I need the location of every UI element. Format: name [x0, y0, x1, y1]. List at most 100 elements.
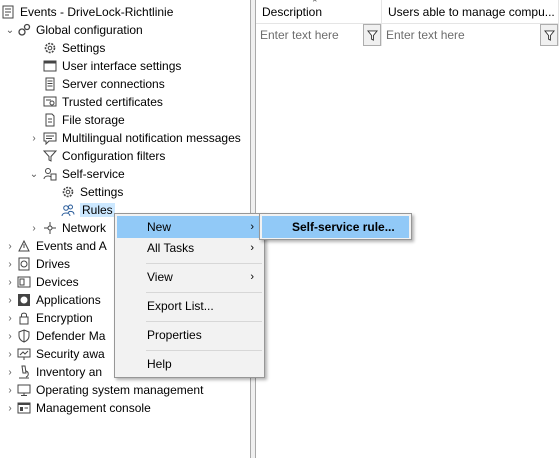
chevron-right-icon[interactable]: ›	[4, 363, 16, 381]
tree-label: Defender Ma	[36, 329, 106, 343]
tree-label: Multilingual notification messages	[62, 131, 241, 145]
tree-label: Inventory an	[36, 365, 103, 379]
menu-item-self-service-rule[interactable]: Self-service rule...	[262, 216, 409, 238]
column-header-users[interactable]: Users able to manage compu...	[382, 0, 559, 24]
sort-ascending-icon: ⌃	[311, 0, 319, 8]
list-header: ⌃ Description Users able to manage compu…	[256, 0, 559, 24]
filter-icon[interactable]	[540, 24, 558, 46]
chevron-right-icon[interactable]: ›	[4, 381, 16, 399]
tree-item-defender[interactable]: › Defender Ma	[4, 327, 105, 345]
tree-item-inventory[interactable]: › Inventory an	[4, 363, 102, 381]
tree-item-ui-settings[interactable]: User interface settings	[28, 57, 181, 75]
tree-label: Configuration filters	[62, 149, 166, 163]
tree-item-events[interactable]: › Events and A	[4, 237, 107, 255]
tree-label: Rules	[80, 203, 115, 217]
tree-label: Security awa	[36, 347, 105, 361]
gear-icon	[60, 184, 76, 200]
tree-item-security-awareness[interactable]: › Security awa	[4, 345, 105, 363]
column-header-description[interactable]: ⌃ Description	[256, 0, 382, 24]
window-icon	[42, 58, 58, 74]
chevron-right-icon[interactable]: ›	[4, 345, 16, 363]
filter-input-description[interactable]	[256, 25, 362, 45]
filter-row	[256, 24, 559, 46]
tree-item-applications[interactable]: › Applications	[4, 291, 101, 309]
menu-item-help[interactable]: Help	[117, 353, 262, 375]
tree-label: Applications	[36, 293, 101, 307]
tree-item-self-service-settings[interactable]: Settings	[46, 183, 123, 201]
chevron-right-icon[interactable]: ›	[4, 399, 16, 417]
tree-label: Events - DriveLock-Richtlinie	[20, 5, 174, 19]
tree-label: Encryption	[36, 311, 93, 325]
self-service-icon	[42, 166, 58, 182]
tree-label: Settings	[80, 185, 124, 199]
tree-item-rules[interactable]: Rules	[46, 201, 115, 219]
gear-icon	[42, 40, 58, 56]
filter-users	[382, 24, 559, 46]
tree-label: Events and A	[36, 239, 107, 253]
tree-label: Global configuration	[36, 23, 143, 37]
gears-icon	[16, 22, 32, 38]
tree-item-root[interactable]: Events - DriveLock-Richtlinie	[0, 3, 173, 21]
chevron-right-icon[interactable]: ›	[28, 129, 40, 147]
tree-item-self-service[interactable]: ⌄ Self-service	[28, 165, 125, 183]
chevron-right-icon[interactable]: ›	[4, 309, 16, 327]
message-icon	[42, 130, 58, 146]
chevron-right-icon[interactable]: ›	[4, 327, 16, 345]
chevron-right-icon[interactable]: ›	[4, 255, 16, 273]
tree-label: Trusted certificates	[62, 95, 163, 109]
new-submenu: Self-service rule...	[259, 213, 412, 240]
tree-item-network[interactable]: › Network	[28, 219, 106, 237]
tree-label: File storage	[62, 113, 125, 127]
tree-item-devices[interactable]: › Devices	[4, 273, 79, 291]
tree-item-trusted-certificates[interactable]: Trusted certificates	[28, 93, 163, 111]
microscope-icon	[16, 364, 32, 380]
menu-separator	[146, 321, 262, 322]
tree-label: User interface settings	[62, 59, 182, 73]
menu-separator	[146, 350, 262, 351]
tree-item-encryption[interactable]: › Encryption	[4, 309, 93, 327]
tree-label: Devices	[36, 275, 79, 289]
shield-icon	[16, 328, 32, 344]
filter-icon[interactable]	[363, 24, 381, 46]
tree-item-global-configuration[interactable]: ⌄ Global configuration	[4, 21, 143, 39]
tree-item-file-storage[interactable]: File storage	[28, 111, 125, 129]
tree-label: Self-service	[62, 167, 125, 181]
certificate-icon	[42, 94, 58, 110]
tree-item-server-connections[interactable]: Server connections	[28, 75, 165, 93]
menu-separator	[146, 263, 262, 264]
menu-item-export-list[interactable]: Export List...	[117, 295, 262, 317]
menu-item-view[interactable]: View ›	[117, 266, 262, 288]
tree-item-drives[interactable]: › Drives	[4, 255, 70, 273]
chevron-right-icon[interactable]: ›	[4, 237, 16, 255]
context-menu: New › All Tasks › View › Export List... …	[114, 213, 265, 378]
chevron-down-icon[interactable]: ⌄	[28, 165, 40, 183]
tree-label: Drives	[36, 257, 71, 271]
chevron-down-icon[interactable]: ⌄	[4, 21, 16, 39]
tree-item-management-console[interactable]: › Management console	[4, 399, 150, 417]
chevron-right-icon[interactable]: ›	[4, 273, 16, 291]
tree-label: Server connections	[62, 77, 165, 91]
lock-icon	[16, 310, 32, 326]
submenu-arrow-icon: ›	[250, 221, 254, 233]
policy-icon	[0, 4, 16, 20]
monitor-icon	[16, 382, 32, 398]
device-icon	[16, 274, 32, 290]
menu-separator	[146, 292, 262, 293]
filter-input-users[interactable]	[382, 25, 539, 45]
file-icon	[42, 112, 58, 128]
tree-item-os-management[interactable]: › Operating system management	[4, 381, 203, 399]
chevron-right-icon[interactable]: ›	[28, 219, 40, 237]
menu-item-all-tasks[interactable]: All Tasks ›	[117, 237, 262, 259]
menu-item-new[interactable]: New ›	[117, 216, 262, 238]
drive-icon	[16, 256, 32, 272]
users-icon	[60, 202, 76, 218]
chevron-right-icon[interactable]: ›	[4, 291, 16, 309]
console-icon	[16, 400, 32, 416]
tree-item-configuration-filters[interactable]: Configuration filters	[28, 147, 165, 165]
submenu-arrow-icon: ›	[250, 271, 254, 283]
tree-item-multilingual[interactable]: › Multilingual notification messages	[28, 129, 241, 147]
tree-label: Operating system management	[36, 383, 204, 397]
tree-item-settings[interactable]: Settings	[28, 39, 105, 57]
menu-item-properties[interactable]: Properties	[117, 324, 262, 346]
tree-label: Network	[62, 221, 107, 235]
